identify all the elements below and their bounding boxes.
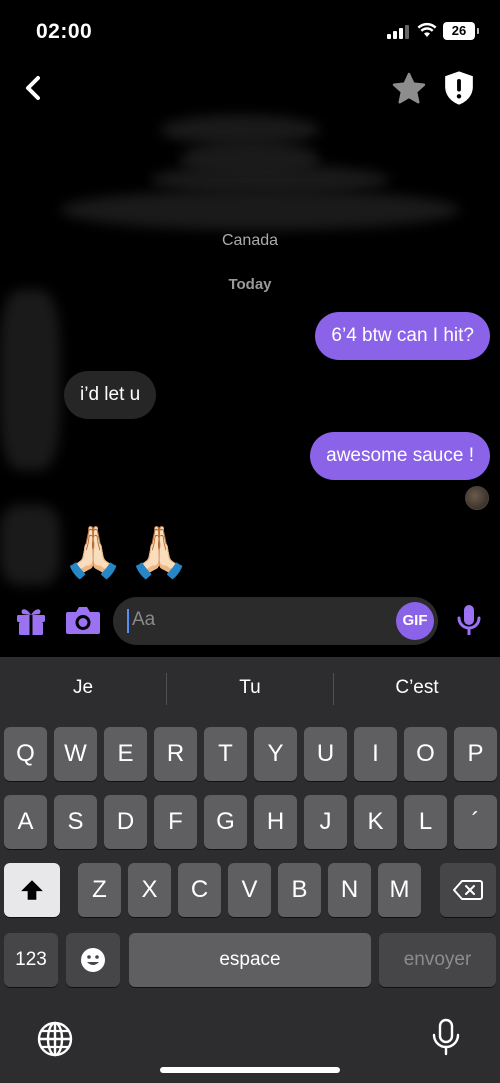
key-d[interactable]: D [104, 795, 147, 849]
key-w[interactable]: W [54, 727, 97, 781]
emoji-face-icon [81, 948, 105, 972]
key-r[interactable]: R [154, 727, 197, 781]
key-l[interactable]: L [404, 795, 447, 849]
emoji-key[interactable] [66, 933, 120, 987]
key-b[interactable]: B [278, 863, 321, 917]
gift-icon[interactable] [14, 603, 48, 637]
key-k[interactable]: K [354, 795, 397, 849]
dictation-mic-icon[interactable] [426, 1017, 466, 1057]
shift-key[interactable] [4, 863, 60, 917]
globe-icon[interactable] [35, 1019, 75, 1059]
message-bubble-outgoing[interactable]: awesome sauce ! [310, 432, 490, 480]
backspace-icon [453, 880, 483, 900]
key-g[interactable]: G [204, 795, 247, 849]
key-m[interactable]: M [378, 863, 421, 917]
message-composer: Aa GIF [0, 594, 500, 650]
text-caret [127, 609, 129, 633]
key-p[interactable]: P [454, 727, 497, 781]
suggestion-1[interactable]: Je [0, 677, 166, 699]
location-label: Canada [221, 232, 279, 249]
key-u[interactable]: U [304, 727, 347, 781]
key-c[interactable]: C [178, 863, 221, 917]
shift-arrow-icon [21, 880, 43, 900]
key-h[interactable]: H [254, 795, 297, 849]
suggestion-3[interactable]: C’est [334, 677, 500, 699]
key-x[interactable]: X [128, 863, 171, 917]
on-screen-keyboard: Je Tu C’est Q W E R T Y U I O P A S D F … [0, 657, 500, 1083]
predictive-suggestions: Je Tu C’est [0, 657, 500, 721]
read-receipt-avatar [465, 486, 489, 510]
camera-icon[interactable] [64, 602, 102, 638]
wifi-icon [417, 22, 437, 37]
key-q[interactable]: Q [4, 727, 47, 781]
message-input[interactable]: Aa GIF [113, 597, 438, 645]
emoji-message-incoming[interactable]: 🙏🏻🙏🏻 [62, 522, 195, 582]
voice-message-mic-icon[interactable] [456, 603, 482, 639]
key-n[interactable]: N [328, 863, 371, 917]
key-v[interactable]: V [228, 863, 271, 917]
key-y[interactable]: Y [254, 727, 297, 781]
message-bubble-outgoing[interactable]: 6’4 btw can I hit? [315, 312, 490, 360]
backspace-key[interactable] [440, 863, 496, 917]
key-a[interactable]: A [4, 795, 47, 849]
status-bar: 02:00 26 [0, 0, 500, 60]
key-j[interactable]: J [304, 795, 347, 849]
suggestion-2[interactable]: Tu [167, 677, 333, 699]
key-t[interactable]: T [204, 727, 247, 781]
key-o[interactable]: O [404, 727, 447, 781]
send-key[interactable]: envoyer [379, 933, 496, 987]
message-input-placeholder: Aa [132, 609, 156, 630]
back-chevron-icon[interactable] [18, 72, 50, 104]
status-time: 02:00 [36, 20, 93, 43]
key-f[interactable]: F [154, 795, 197, 849]
favorite-star-icon[interactable] [390, 70, 428, 108]
key-acute-accent[interactable]: ´ [454, 795, 497, 849]
safety-shield-icon[interactable] [442, 70, 476, 106]
key-i[interactable]: I [354, 727, 397, 781]
key-z[interactable]: Z [78, 863, 121, 917]
message-bubble-incoming[interactable]: i’d let u [64, 371, 157, 419]
battery-icon: 26 [443, 22, 479, 40]
key-e[interactable]: E [104, 727, 147, 781]
date-separator: Today [228, 276, 272, 293]
home-indicator[interactable] [160, 1067, 340, 1073]
gif-button[interactable]: GIF [396, 602, 434, 640]
cellular-signal-icon [387, 25, 411, 39]
key-s[interactable]: S [54, 795, 97, 849]
space-key[interactable]: espace [129, 933, 371, 987]
numbers-key[interactable]: 123 [4, 933, 58, 987]
